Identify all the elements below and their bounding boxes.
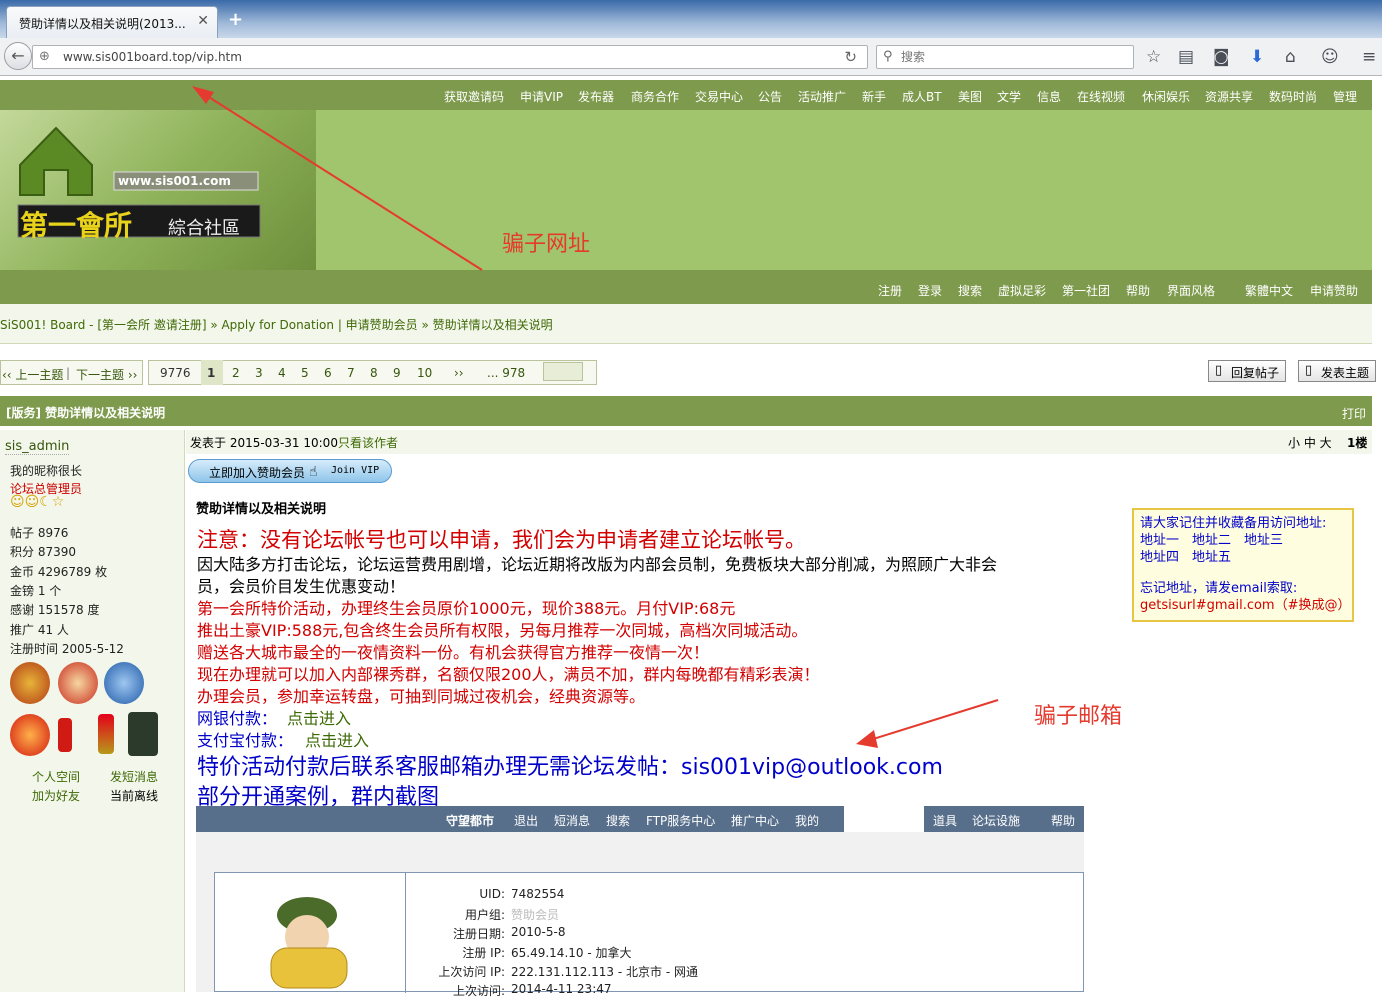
annotation-mail: 骗子邮箱 — [1034, 704, 1123, 729]
annotation-overlay — [192, 86, 999, 748]
annotation-site: 骗子网址 — [502, 232, 591, 257]
arrow-head-mail — [856, 730, 878, 748]
arrow-head-site — [192, 86, 214, 104]
